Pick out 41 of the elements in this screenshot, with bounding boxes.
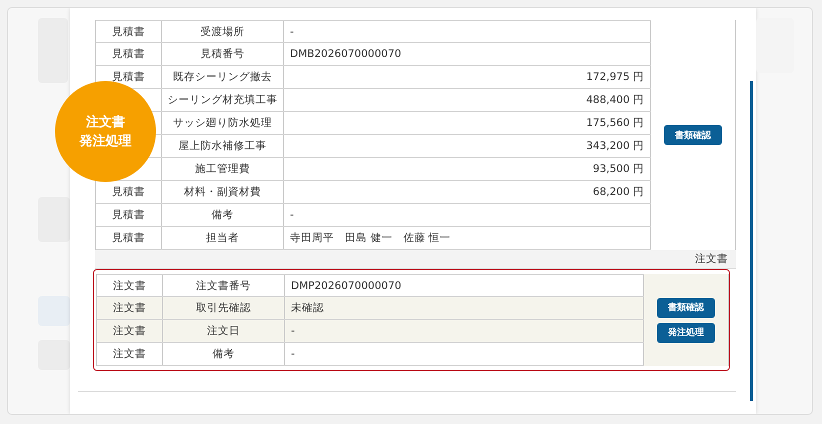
table-cell: 見積書	[96, 43, 162, 65]
table-cell: 備考	[162, 204, 284, 226]
background-card	[38, 340, 70, 370]
table-cell: 担当者	[162, 227, 284, 249]
table-cell: 488,400 円	[284, 89, 651, 111]
table-cell: -	[284, 204, 651, 226]
table-cell: 注文書	[97, 343, 163, 365]
table-cell: 172,975 円	[284, 66, 651, 88]
action-button[interactable]: 発注処理	[657, 322, 715, 342]
table-cell: 寺田周平 田島 健一 佐藤 恒一	[284, 227, 651, 249]
badge-text: 注文書	[86, 114, 125, 132]
table-cell: 見積番号	[162, 43, 284, 65]
table-cell: 注文書	[97, 320, 163, 342]
table-cell: 見積書	[96, 204, 162, 226]
action-button[interactable]: 書類確認	[657, 298, 715, 318]
table-cell: 93,500 円	[284, 158, 651, 180]
table-cell: 注文日	[163, 320, 285, 342]
table-cell: 343,200 円	[284, 135, 651, 157]
table-cell: 取引先確認	[163, 297, 285, 319]
background-card	[38, 197, 70, 242]
table-cell: 見積書	[96, 227, 162, 249]
table-cell: 施工管理費	[162, 158, 284, 180]
section-label: 注文書	[695, 252, 728, 266]
table-cell: 見積書	[96, 21, 162, 42]
scrollbar[interactable]	[750, 81, 753, 401]
table-cell: 注文書	[97, 275, 163, 296]
table-cell: サッシ廻り防水処理	[162, 112, 284, 134]
badge-text: 発注処理	[80, 132, 132, 150]
table-cell: 既存シーリング撤去	[162, 66, 284, 88]
table-cell: 注文書番号	[163, 275, 285, 296]
table-cell: 注文書	[97, 297, 163, 319]
table-cell: 屋上防水補修工事	[162, 135, 284, 157]
table-cell: -	[284, 21, 651, 42]
table-cell: シーリング材充填工事	[162, 89, 284, 111]
document-check-button[interactable]: 書類確認	[664, 125, 722, 145]
table-cell: 備考	[163, 343, 285, 365]
table-cell: 受渡場所	[162, 21, 284, 42]
table-cell: 68,200 円	[284, 181, 651, 203]
table-cell: 材料・副資材費	[162, 181, 284, 203]
table-cell: 175,560 円	[284, 112, 651, 134]
table-cell: DMB2026070000070	[284, 43, 651, 65]
